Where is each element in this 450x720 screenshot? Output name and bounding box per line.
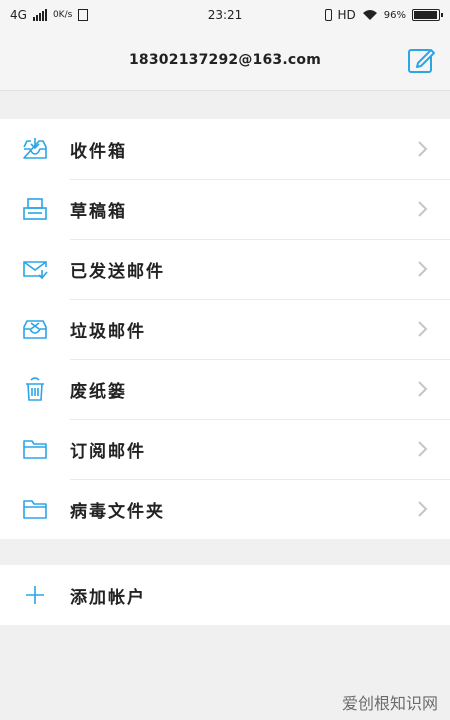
sent-icon [20, 254, 50, 284]
folder-label: 订阅邮件 [70, 441, 146, 462]
folder-item[interactable]: 垃圾邮件 [0, 299, 450, 359]
chevron-right-icon [418, 201, 428, 217]
drafts-icon [20, 194, 50, 224]
folder-label: 草稿箱 [70, 201, 127, 222]
chevron-right-icon [418, 381, 428, 397]
folder-label: 废纸篓 [70, 381, 127, 402]
folder-item[interactable]: 收件箱 [0, 119, 450, 179]
folder-icon [20, 494, 50, 524]
folder-item[interactable]: 已发送邮件 [0, 239, 450, 299]
account-email: 18302137292@163.com [128, 52, 321, 68]
chevron-right-icon [418, 321, 428, 337]
folder-list: 收件箱草稿箱已发送邮件垃圾邮件废纸篓订阅邮件病毒文件夹 [0, 119, 450, 539]
battery-percent: 96% [383, 9, 406, 21]
inbox-icon [20, 134, 50, 164]
folder-icon [20, 434, 50, 464]
chevron-right-icon [418, 441, 428, 457]
add-account-label: 添加帐户 [70, 587, 146, 608]
folder-item[interactable]: 草稿箱 [0, 179, 450, 239]
chevron-right-icon [418, 261, 428, 277]
folder-label: 收件箱 [70, 141, 127, 162]
account-actions: 添加帐户 [0, 565, 450, 625]
status-bar: 4G 0K/s 23:21 HD 96% [0, 0, 450, 30]
network-type: 4G [10, 8, 27, 22]
vibrate-icon [324, 9, 332, 21]
spam-icon [20, 314, 50, 344]
hd-label: HD [337, 8, 356, 22]
folder-label: 病毒文件夹 [70, 501, 165, 522]
plus-icon [20, 580, 50, 610]
app-header: 18302137292@163.com [0, 30, 450, 91]
battery-icon [412, 9, 443, 21]
folder-item[interactable]: 废纸篓 [0, 359, 450, 419]
folder-item[interactable]: 订阅邮件 [0, 419, 450, 479]
folder-item[interactable]: 病毒文件夹 [0, 479, 450, 539]
status-right: HD 96% [324, 8, 443, 22]
trash-icon [20, 374, 50, 404]
status-left: 4G 0K/s [10, 8, 89, 22]
signal-icon [32, 9, 47, 21]
chevron-right-icon [418, 141, 428, 157]
watermark-text: 爱创根知识网 [341, 694, 438, 713]
network-speed: 0K/s [52, 10, 73, 20]
folder-label: 垃圾邮件 [70, 321, 146, 342]
sim-icon [78, 9, 89, 21]
folder-label: 已发送邮件 [70, 261, 165, 282]
chevron-right-icon [418, 501, 428, 517]
add-account-button[interactable]: 添加帐户 [0, 565, 450, 625]
wifi-icon [362, 10, 377, 20]
compose-button[interactable] [406, 45, 436, 75]
